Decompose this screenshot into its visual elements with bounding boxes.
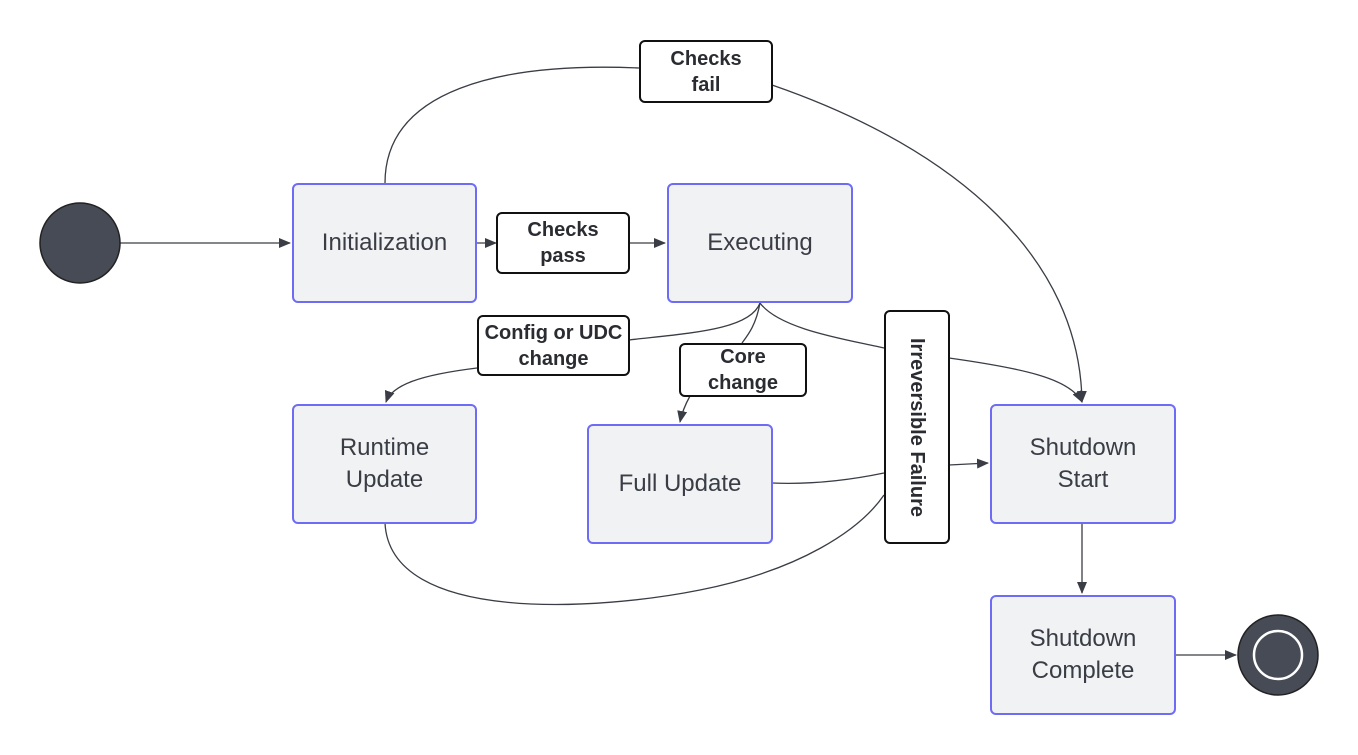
final-state-inner-ring [1252,629,1304,681]
state-label: Initialization [321,229,448,256]
state-label: Executing [707,229,813,256]
state-runtime-update[interactable]: Runtime Update [292,404,477,524]
edge-init-to-checks-fail [384,66,640,184]
transition-irreversible-failure[interactable]: Irreversible Failure [884,310,950,544]
state-shutdown-complete[interactable]: Shutdown Complete [990,595,1176,715]
state-shutdown-start[interactable]: Shutdown Start [990,404,1176,524]
initial-state-node [39,202,121,284]
edge-irreversible-to-shutdown-2 [948,458,989,469]
state-initialization[interactable]: Initialization [292,183,477,303]
transition-checks-pass[interactable]: Checks pass [496,212,630,274]
state-label: Shutdown Start [1029,434,1137,493]
transition-label: Config or UDC change [484,321,623,370]
transition-config-change[interactable]: Config or UDC change [477,315,630,376]
transition-checks-fail[interactable]: Checks fail [639,40,773,103]
transition-label: Checks pass [527,219,599,267]
transition-label: Irreversible Failure [906,337,928,517]
edge-exec-to-irreversible [759,302,885,349]
edge-irreversible-to-shutdown [948,357,1083,403]
edge-full-to-irreversible [771,472,885,484]
state-full-update[interactable]: Full Update [587,424,773,544]
transition-core-change[interactable]: Core change [679,343,807,397]
edge-core-to-full [677,395,691,423]
state-executing[interactable]: Executing [667,183,853,303]
transition-label: Checks fail [670,47,742,96]
state-label: Shutdown Complete [1029,625,1137,684]
transition-label: Core change [707,346,779,394]
state-label: Full Update [618,470,742,497]
state-label: Runtime Update [339,434,430,493]
edge-exec-to-config [628,302,761,341]
edge-config-to-runtime [384,367,478,403]
